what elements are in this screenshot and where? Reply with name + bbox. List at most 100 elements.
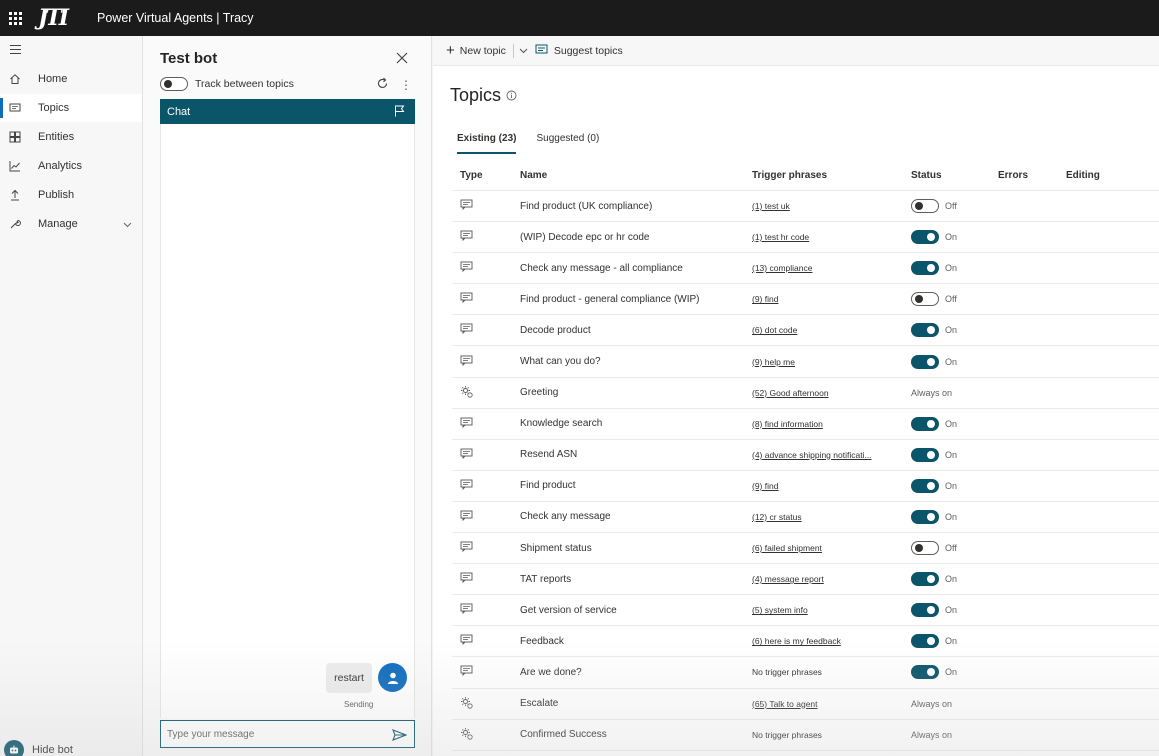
topic-name[interactable]: Confirmed Success <box>520 729 752 740</box>
topic-name[interactable]: Feedback <box>520 636 752 647</box>
status-toggle[interactable] <box>911 634 939 649</box>
topic-name[interactable]: Are we done? <box>520 667 752 678</box>
table-row[interactable]: Escalate (65) Talk to agent Always on <box>452 689 1159 720</box>
trigger-phrases-link[interactable]: (52) Good afternoon <box>752 388 829 398</box>
trigger-phrases-link[interactable]: (9) find <box>752 481 778 491</box>
nav-item-analytics[interactable]: Analytics <box>0 152 142 180</box>
table-row[interactable]: (WIP) Decode epc or hr code (1) test hr c… <box>452 222 1159 254</box>
table-row[interactable]: What can you do? (9) help me On <box>452 346 1159 378</box>
topic-name[interactable]: Greeting <box>520 387 752 398</box>
topic-name[interactable]: TAT reports <box>520 574 752 585</box>
trigger-phrases-cell: (8) find information <box>752 419 911 429</box>
status-toggle[interactable] <box>911 323 939 338</box>
col-status[interactable]: Status <box>911 170 998 181</box>
status-toggle[interactable] <box>911 603 939 618</box>
table-row[interactable]: Knowledge search (8) find information On <box>452 409 1159 440</box>
topic-name[interactable]: (WIP) Decode epc or hr code <box>520 232 752 243</box>
nav-item-home[interactable]: Home <box>0 65 142 93</box>
table-row[interactable]: Get version of service (5) system info On <box>452 595 1159 627</box>
col-name[interactable]: Name <box>520 170 752 181</box>
topic-name[interactable]: Knowledge search <box>520 418 752 429</box>
trigger-phrases-link[interactable]: (4) advance shipping notificati... <box>752 450 872 460</box>
table-row[interactable]: Resend ASN (4) advance shipping notificat… <box>452 440 1159 471</box>
trigger-phrases-link[interactable]: (1) test uk <box>752 201 790 211</box>
table-row[interactable]: Confirmed Success No trigger phrases Alway… <box>452 720 1159 751</box>
status-toggle[interactable] <box>911 292 939 307</box>
table-row[interactable]: Check any message (12) cr status On <box>452 502 1159 534</box>
trigger-phrases-link[interactable]: (6) failed shipment <box>752 543 822 553</box>
home-icon <box>9 73 21 85</box>
nav-item-manage[interactable]: Manage <box>0 210 142 238</box>
info-icon[interactable] <box>506 88 517 106</box>
track-topics-toggle[interactable] <box>160 77 188 91</box>
trigger-phrases-link[interactable]: (65) Talk to agent <box>752 699 818 709</box>
message-input[interactable] <box>167 728 377 740</box>
tab-existing[interactable]: Existing (23) <box>457 133 517 154</box>
trigger-phrases-link[interactable]: (8) find information <box>752 419 823 429</box>
table-row[interactable]: Shipment status (6) failed shipment Off <box>452 533 1159 565</box>
topic-name[interactable]: Shipment status <box>520 543 752 554</box>
trigger-phrases-link[interactable]: (5) system info <box>752 605 808 615</box>
col-trigger[interactable]: Trigger phrases <box>752 170 911 181</box>
nav-item-publish[interactable]: Publish <box>0 181 142 209</box>
trigger-phrases-link[interactable]: (13) compliance <box>752 263 812 273</box>
nav-item-entities[interactable]: Entities <box>0 123 142 151</box>
topic-type-cell <box>452 292 520 306</box>
chat-topic-icon <box>460 230 473 244</box>
table-row[interactable]: Find product - general compliance (WIP)(… <box>452 284 1159 316</box>
more-options-icon[interactable]: ⋮ <box>400 78 412 92</box>
send-icon[interactable] <box>392 728 408 746</box>
table-row[interactable]: Find product (9) find On <box>452 471 1159 502</box>
status-toggle[interactable] <box>911 199 939 214</box>
topic-name[interactable]: Find product - general compliance (WIP) <box>520 294 752 305</box>
status-toggle[interactable] <box>911 541 939 556</box>
flag-icon[interactable] <box>394 105 405 120</box>
trigger-phrases-link[interactable]: (6) here is my feedback <box>752 636 841 646</box>
suggest-topics-button[interactable]: Suggest topics <box>535 43 623 58</box>
trigger-phrases-link[interactable]: (1) test hr code <box>752 232 809 242</box>
table-row[interactable]: Find product (UK compliance) (1) test uk O… <box>452 191 1159 223</box>
topic-name[interactable]: Check any message - all compliance <box>520 263 752 274</box>
status-toggle[interactable] <box>911 416 939 431</box>
col-editing[interactable]: Editing <box>1066 170 1146 181</box>
app-launcher-icon[interactable] <box>0 0 30 36</box>
status-toggle[interactable] <box>911 447 939 462</box>
system-topic-icon <box>460 696 473 712</box>
topic-name[interactable]: Find product (UK compliance) <box>520 201 752 212</box>
refresh-icon[interactable] <box>376 77 389 95</box>
table-row[interactable]: Decode product (6) dot code On <box>452 315 1159 347</box>
table-row[interactable]: Feedback (6) here is my feedback On <box>452 626 1159 658</box>
status-toggle[interactable] <box>911 509 939 524</box>
tab-suggested[interactable]: Suggested (0) <box>536 133 599 154</box>
new-topic-dropdown-icon[interactable] <box>519 45 528 57</box>
topic-name[interactable]: Check any message <box>520 511 752 522</box>
status-toggle[interactable] <box>911 354 939 369</box>
topic-name[interactable]: Get version of service <box>520 605 752 616</box>
trigger-phrases-link[interactable]: (6) dot code <box>752 325 797 335</box>
status-toggle[interactable] <box>911 478 939 493</box>
status-toggle[interactable] <box>911 230 939 245</box>
trigger-phrases-link[interactable]: (12) cr status <box>752 512 802 522</box>
close-icon[interactable] <box>396 51 408 69</box>
status-toggle[interactable] <box>911 572 939 587</box>
table-row[interactable]: TAT reports (4) message report On <box>452 564 1159 596</box>
trigger-phrases-link[interactable]: (9) find <box>752 294 778 304</box>
nav-item-topics[interactable]: Topics <box>0 94 142 122</box>
status-toggle[interactable] <box>911 261 939 276</box>
status-toggle[interactable] <box>911 665 939 680</box>
hide-bot-button[interactable]: Hide bot <box>4 740 73 756</box>
topic-name[interactable]: Resend ASN <box>520 449 752 460</box>
topic-name[interactable]: What can you do? <box>520 356 752 367</box>
topic-name[interactable]: Decode product <box>520 325 752 336</box>
topic-name[interactable]: Find product <box>520 480 752 491</box>
col-errors[interactable]: Errors <box>998 170 1066 181</box>
topic-name[interactable]: Escalate <box>520 698 752 709</box>
col-type[interactable]: Type <box>452 170 520 181</box>
table-row[interactable]: Are we done? No trigger phrases On <box>452 657 1159 689</box>
new-topic-button[interactable]: + New topic <box>446 43 506 58</box>
trigger-phrases-link[interactable]: (9) help me <box>752 357 795 367</box>
table-row[interactable]: Greeting (52) Good afternoon Always on <box>452 378 1159 409</box>
hamburger-icon[interactable] <box>10 45 21 56</box>
trigger-phrases-link[interactable]: (4) message report <box>752 574 824 584</box>
table-row[interactable]: Check any message - all compliance (13) c… <box>452 253 1159 285</box>
